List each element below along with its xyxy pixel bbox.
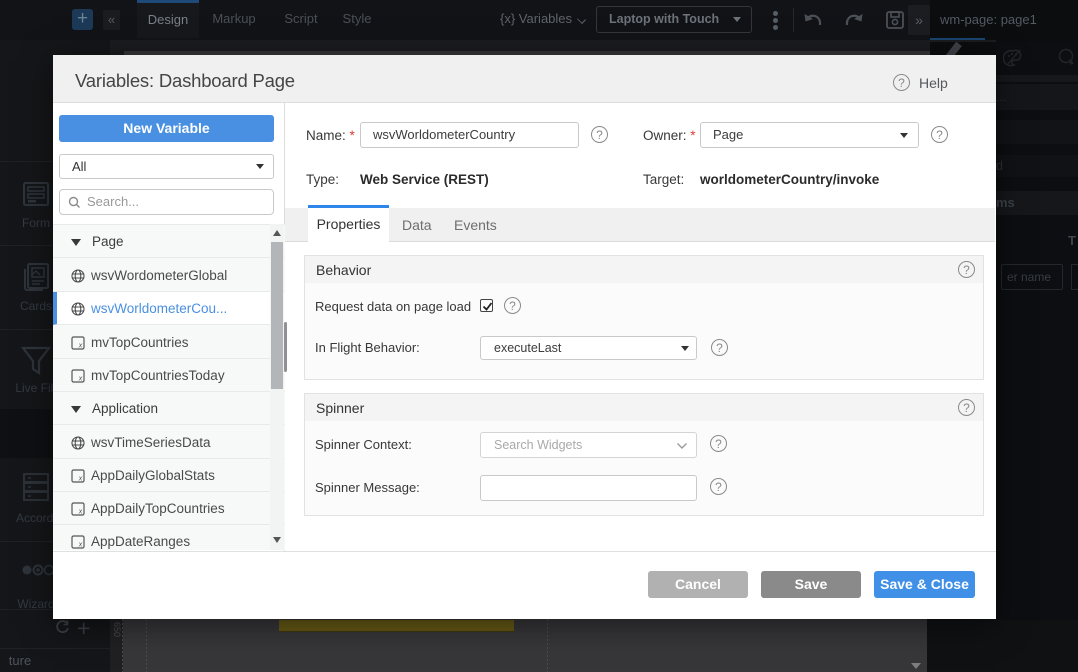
svg-text:x: x (78, 542, 83, 549)
svg-text:x: x (78, 376, 83, 383)
svg-text:x: x (78, 343, 83, 350)
svg-text:x: x (78, 509, 83, 516)
svg-text:x: x (78, 476, 83, 483)
